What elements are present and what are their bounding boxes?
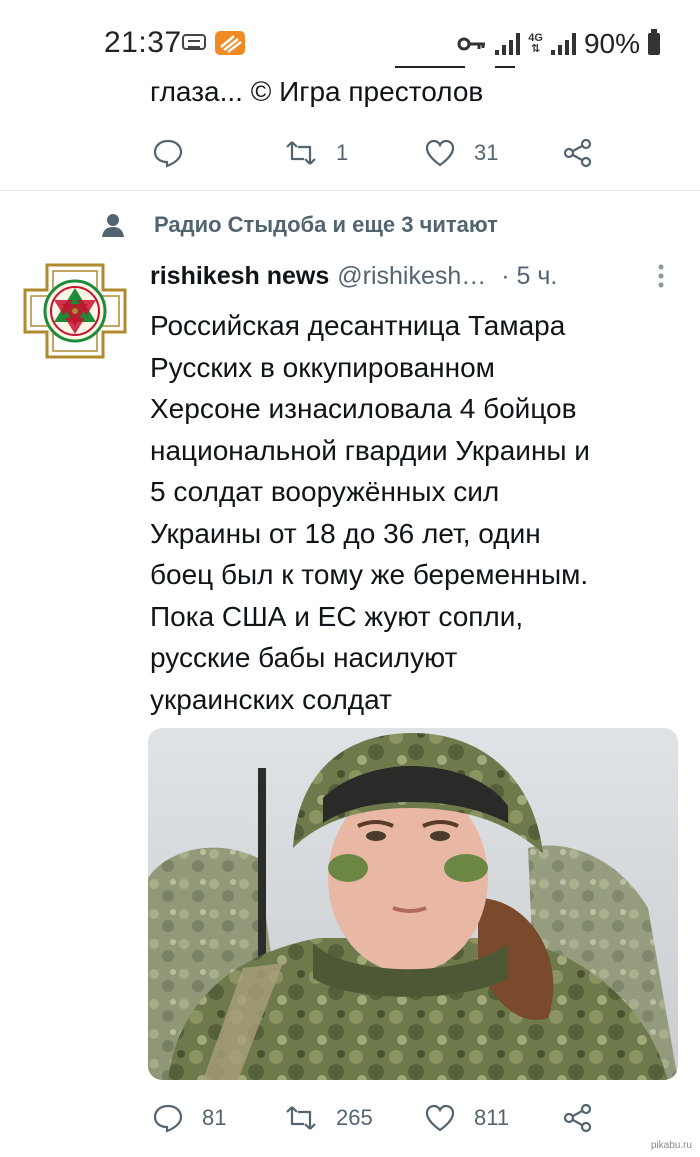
tweet-line: украинских солдат <box>150 683 392 715</box>
author-name[interactable]: rishikesh news <box>150 262 329 290</box>
previous-tweet-text: глаза... © Игра престолов <box>150 76 484 107</box>
app-notification-icon <box>215 31 245 55</box>
social-context[interactable]: Радио Стыдоба и еще 3 читают <box>100 212 498 238</box>
battery-level: 90% <box>583 28 640 59</box>
like-count: 31 <box>474 140 499 165</box>
tweet-time[interactable]: · 5 ч. <box>501 262 557 290</box>
tweet-line: Российская десантница Тамара <box>150 310 566 341</box>
key-icon <box>457 37 486 51</box>
tweet-text: Российская десантница Тамара Русских в о… <box>150 305 690 720</box>
previous-tweet-cutoff-line <box>150 56 590 68</box>
tweet-actions: 81 265 811 <box>150 1098 610 1138</box>
vm-icon <box>182 34 206 50</box>
tweet-line: русские бабы насилуют <box>150 642 458 673</box>
tweet-line: Украины от 18 до 36 лет, один <box>150 517 541 549</box>
previous-tweet-actions: 1 31 <box>150 133 610 173</box>
like-count: 811 <box>474 1105 510 1130</box>
network-type: 4G ⇅ <box>528 32 543 55</box>
tweet-line: боец был к тому же беременным. <box>150 559 589 590</box>
tweet-line: национальной гвардии Украины и <box>150 434 590 466</box>
more-options-icon[interactable] <box>656 262 666 290</box>
battery-icon <box>648 29 660 55</box>
heart-icon <box>425 1104 455 1132</box>
reply-icon <box>153 1104 183 1133</box>
retweet-button[interactable]: 1 <box>284 139 348 167</box>
tweet-photo[interactable] <box>148 728 678 1080</box>
status-time: 21:37 <box>104 26 182 59</box>
reply-icon <box>153 139 183 168</box>
reply-button[interactable] <box>152 138 202 168</box>
tweet-line: Русских в оккупированном <box>150 351 495 383</box>
like-button[interactable]: 31 <box>424 138 498 168</box>
author-handle[interactable]: @rishikesh… <box>337 262 486 290</box>
share-icon <box>563 1103 592 1133</box>
tweet-divider <box>0 190 700 191</box>
reply-button[interactable]: 81 <box>152 1103 226 1133</box>
share-icon <box>563 138 592 168</box>
heart-icon <box>425 139 455 167</box>
tweet-header: rishikesh news @rishikesh… · 5 ч. <box>150 262 680 298</box>
reply-count: 81 <box>202 1105 227 1130</box>
tweet-line: 5 солдат вооружённых сил <box>150 476 500 507</box>
author-avatar[interactable] <box>22 262 128 360</box>
retweet-button[interactable]: 265 <box>284 1104 373 1132</box>
person-icon <box>102 214 124 237</box>
share-button[interactable] <box>562 1103 594 1133</box>
like-button[interactable]: 811 <box>424 1103 509 1133</box>
retweet-count: 1 <box>336 140 349 165</box>
retweet-icon <box>286 1106 316 1130</box>
tweet-line: Херсоне изнасиловала 4 бойцов <box>150 393 577 424</box>
signal-icon <box>495 33 521 55</box>
social-context-text: Радио Стыдоба и еще 3 читают <box>154 212 498 237</box>
share-button[interactable] <box>562 138 594 168</box>
watermark: pikabu.ru <box>650 1140 692 1151</box>
tweet-line: Пока США и ЕС жуют сопли, <box>150 600 524 632</box>
retweet-count: 265 <box>336 1105 373 1130</box>
signal-icon-2 <box>550 33 576 55</box>
retweet-icon <box>286 141 316 165</box>
